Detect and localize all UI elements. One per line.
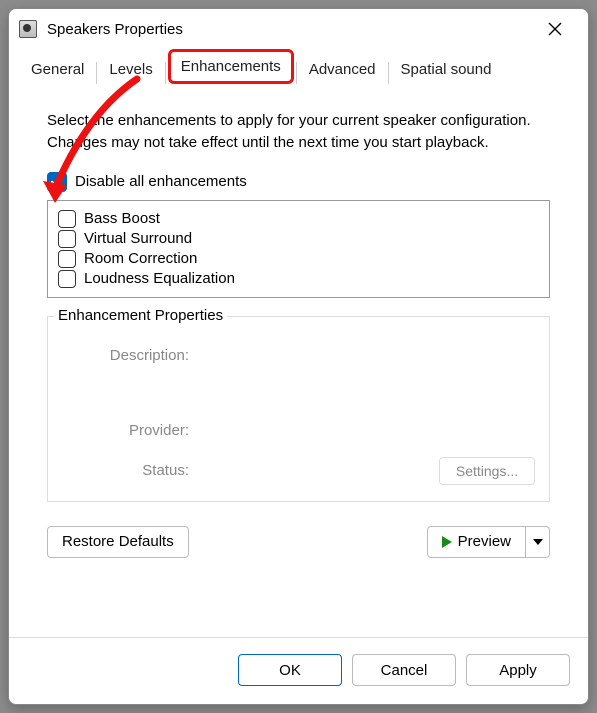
play-icon xyxy=(442,536,452,548)
provider-label: Provider: xyxy=(62,422,197,439)
disable-all-label: Disable all enhancements xyxy=(75,173,247,190)
enhancement-label: Room Correction xyxy=(84,250,197,267)
preview-button[interactable]: Preview xyxy=(427,526,526,558)
preview-dropdown-button[interactable] xyxy=(526,526,550,558)
disable-all-checkbox[interactable] xyxy=(47,172,67,192)
speaker-icon xyxy=(19,20,37,38)
group-legend: Enhancement Properties xyxy=(54,307,227,324)
checkmark-icon xyxy=(50,175,64,189)
close-button[interactable] xyxy=(532,13,578,45)
enhancement-label: Loudness Equalization xyxy=(84,270,235,287)
tab-enhancements[interactable]: Enhancements xyxy=(168,49,294,84)
tab-separator xyxy=(96,62,97,84)
title-bar: Speakers Properties xyxy=(9,9,588,49)
checkbox-room-correction[interactable] xyxy=(58,250,76,268)
tab-row: General Levels Enhancements Advanced Spa… xyxy=(9,49,588,84)
tab-levels[interactable]: Levels xyxy=(99,55,162,84)
list-item[interactable]: Loudness Equalization xyxy=(58,269,539,289)
checkbox-loudness-equalization[interactable] xyxy=(58,270,76,288)
enhancement-properties-group: Enhancement Properties Description: Prov… xyxy=(47,316,550,502)
tab-separator xyxy=(296,62,297,84)
tab-advanced[interactable]: Advanced xyxy=(299,55,386,84)
enhancement-label: Bass Boost xyxy=(84,210,160,227)
preview-label: Preview xyxy=(458,533,511,550)
window-title: Speakers Properties xyxy=(47,21,183,38)
dialog-speakers-properties: Speakers Properties General Levels Enhan… xyxy=(8,8,589,705)
checkbox-bass-boost[interactable] xyxy=(58,210,76,228)
description-label: Description: xyxy=(62,347,197,364)
enhancement-label: Virtual Surround xyxy=(84,230,192,247)
ok-button[interactable]: OK xyxy=(238,654,342,686)
close-icon xyxy=(548,22,562,36)
tab-separator xyxy=(388,62,389,84)
apply-button[interactable]: Apply xyxy=(466,654,570,686)
status-label: Status: xyxy=(62,462,197,479)
checkbox-virtual-surround[interactable] xyxy=(58,230,76,248)
list-item[interactable]: Room Correction xyxy=(58,249,539,269)
chevron-down-icon xyxy=(533,539,543,545)
dialog-button-row: OK Cancel Apply xyxy=(9,637,588,704)
cancel-button[interactable]: Cancel xyxy=(352,654,456,686)
tab-separator xyxy=(165,62,166,84)
intro-text: Select the enhancements to apply for you… xyxy=(47,110,564,154)
tab-spatial-sound[interactable]: Spatial sound xyxy=(391,55,502,84)
restore-defaults-button[interactable]: Restore Defaults xyxy=(47,526,189,558)
list-item[interactable]: Bass Boost xyxy=(58,209,539,229)
settings-button[interactable]: Settings... xyxy=(439,457,535,485)
enhancement-list: Bass Boost Virtual Surround Room Correct… xyxy=(47,200,550,298)
list-item[interactable]: Virtual Surround xyxy=(58,229,539,249)
tab-general[interactable]: General xyxy=(21,55,94,84)
